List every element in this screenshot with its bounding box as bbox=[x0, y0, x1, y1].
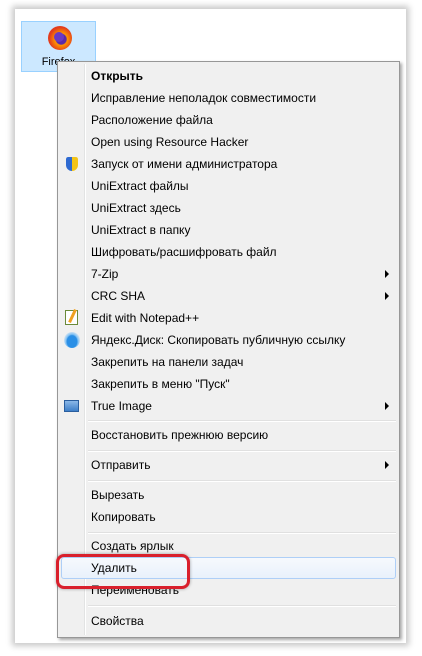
firefox-icon bbox=[48, 26, 72, 50]
menu-item-properties[interactable]: Свойства bbox=[61, 610, 396, 632]
menu-item-label: Запуск от имени администратора bbox=[91, 157, 278, 171]
highlight-outline bbox=[56, 554, 190, 589]
menu-item-restore-previous[interactable]: Восстановить прежнюю версию bbox=[61, 424, 396, 446]
submenu-arrow-icon bbox=[385, 461, 389, 469]
menu-item-cut[interactable]: Вырезать bbox=[61, 484, 396, 506]
menu-item-uniextract-folder[interactable]: UniExtract в папку bbox=[61, 219, 396, 241]
menu-item-crc-sha[interactable]: CRC SHA bbox=[61, 285, 396, 307]
menu-separator bbox=[88, 450, 396, 452]
menu-separator bbox=[88, 532, 396, 534]
menu-item-resource-hacker[interactable]: Open using Resource Hacker bbox=[61, 131, 396, 153]
submenu-arrow-icon bbox=[385, 402, 389, 410]
menu-item-label: Отправить bbox=[91, 458, 151, 472]
menu-item-label: Edit with Notepad++ bbox=[91, 311, 200, 325]
menu-item-label: Исправление неполадок совместимости bbox=[91, 91, 317, 105]
menu-item-uniextract-here[interactable]: UniExtract здесь bbox=[61, 197, 396, 219]
yandex-disk-icon bbox=[64, 332, 80, 348]
menu-item-label: UniExtract здесь bbox=[91, 201, 181, 215]
menu-item-label: Открыть bbox=[91, 69, 144, 83]
submenu-arrow-icon bbox=[385, 270, 389, 278]
menu-item-label: Закрепить на панели задач bbox=[91, 355, 244, 369]
menu-item-run-as-admin[interactable]: Запуск от имени администратора bbox=[61, 153, 396, 175]
menu-item-copy[interactable]: Копировать bbox=[61, 506, 396, 528]
menu-item-notepad-plus-plus[interactable]: Edit with Notepad++ bbox=[61, 307, 396, 329]
menu-item-pin-taskbar[interactable]: Закрепить на панели задач bbox=[61, 351, 396, 373]
menu-item-label: Вырезать bbox=[91, 488, 145, 502]
menu-item-label: Свойства bbox=[91, 614, 144, 628]
menu-item-label: True Image bbox=[91, 399, 152, 413]
menu-item-label: 7-Zip bbox=[91, 267, 119, 281]
notepad-plus-plus-icon bbox=[65, 310, 78, 325]
menu-separator bbox=[88, 480, 396, 482]
menu-item-encrypt-decrypt[interactable]: Шифровать/расшифровать файл bbox=[61, 241, 396, 263]
menu-item-7zip[interactable]: 7-Zip bbox=[61, 263, 396, 285]
menu-item-label: Open using Resource Hacker bbox=[91, 135, 249, 149]
menu-separator bbox=[88, 605, 396, 607]
uac-shield-icon bbox=[66, 157, 78, 171]
menu-separator bbox=[88, 420, 396, 422]
menu-item-yandex-disk-link[interactable]: Яндекс.Диск: Скопировать публичную ссылк… bbox=[61, 329, 396, 351]
menu-item-label: Шифровать/расшифровать файл bbox=[91, 245, 277, 259]
menu-item-troubleshoot-compatibility[interactable]: Исправление неполадок совместимости bbox=[61, 87, 396, 109]
menu-item-true-image[interactable]: True Image bbox=[61, 395, 396, 417]
menu-item-label: CRC SHA bbox=[91, 289, 146, 303]
true-image-icon bbox=[64, 400, 79, 412]
menu-item-send-to[interactable]: Отправить bbox=[61, 454, 396, 476]
menu-item-pin-start[interactable]: Закрепить в меню "Пуск" bbox=[61, 373, 396, 395]
menu-item-label: Копировать bbox=[91, 510, 156, 524]
menu-item-label: UniExtract файлы bbox=[91, 179, 189, 193]
menu-item-label: Восстановить прежнюю версию bbox=[91, 428, 269, 442]
submenu-arrow-icon bbox=[385, 292, 389, 300]
menu-item-label: Закрепить в меню "Пуск" bbox=[91, 377, 230, 391]
menu-item-open[interactable]: Открыть bbox=[61, 65, 396, 87]
menu-item-file-location[interactable]: Расположение файла bbox=[61, 109, 396, 131]
menu-item-label: Яндекс.Диск: Скопировать публичную ссылк… bbox=[91, 333, 346, 347]
menu-item-label: UniExtract в папку bbox=[91, 223, 191, 237]
menu-item-label: Расположение файла bbox=[91, 113, 213, 127]
menu-item-uniextract-files[interactable]: UniExtract файлы bbox=[61, 175, 396, 197]
context-menu: Открыть Исправление неполадок совместимо… bbox=[57, 61, 400, 638]
